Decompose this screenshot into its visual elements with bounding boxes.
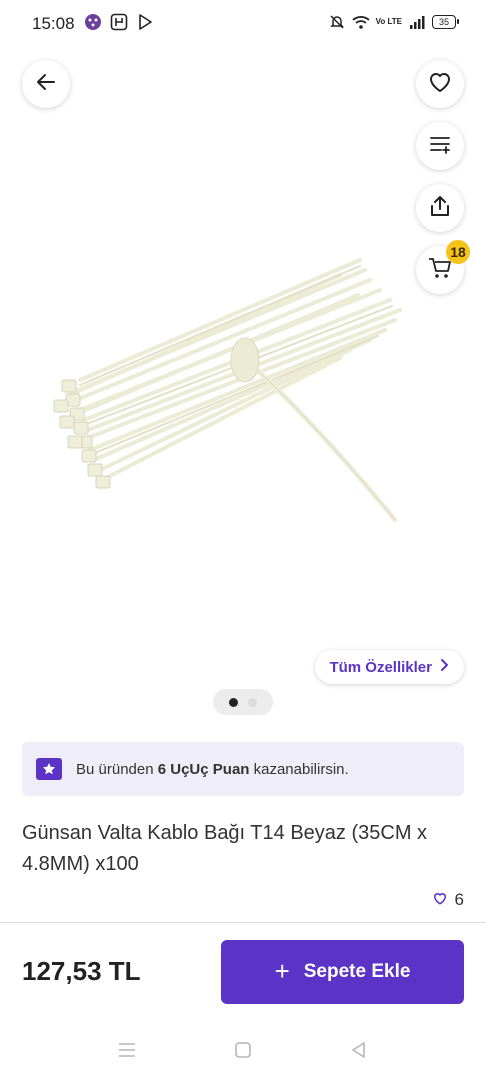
play-store-icon (136, 13, 154, 31)
list-plus-icon (429, 134, 451, 159)
app-notification-icon (110, 13, 128, 31)
game-app-icon (84, 13, 102, 31)
price: 127,53 TL (22, 956, 141, 986)
pager-dot[interactable] (248, 697, 257, 707)
add-to-cart-label: Sepete Ekle (303, 961, 411, 982)
likes-count[interactable]: 6 (433, 890, 464, 910)
mute-bell-icon (328, 13, 346, 31)
home-icon[interactable] (229, 1038, 257, 1062)
system-nav-bar (0, 1030, 486, 1070)
compare-button[interactable] (416, 122, 464, 170)
arrow-left-icon (35, 71, 57, 98)
all-specs-button[interactable]: Tüm Özellikler (315, 650, 464, 684)
star-icon (36, 758, 62, 780)
battery-icon: 35 (432, 15, 459, 29)
all-specs-label: Tüm Özellikler (329, 658, 432, 676)
plus-icon: + (274, 955, 290, 986)
volte-label: Vo LTE (375, 17, 402, 26)
signal-icon (408, 13, 426, 31)
add-to-cart-button[interactable]: + Sepete Ekle (221, 940, 464, 1004)
chevron-right-icon (440, 658, 450, 676)
divider (0, 922, 486, 923)
heart-small-icon (433, 890, 447, 910)
recent-apps-icon[interactable] (113, 1038, 141, 1062)
nav-back-icon[interactable] (345, 1038, 373, 1062)
points-prefix: Bu üründen (76, 760, 154, 778)
status-system-icons: Vo LTE 35 (328, 13, 459, 31)
favorite-button[interactable] (416, 60, 464, 108)
status-bar: 15:08 Vo LTE 35 (0, 0, 486, 48)
status-time: 15:08 (32, 14, 75, 33)
pager-dot-active[interactable] (229, 697, 238, 707)
wifi-icon (352, 13, 370, 31)
product-image[interactable] (40, 240, 440, 540)
points-highlight: 6 UçUç Puan (157, 760, 250, 778)
status-notification-icons (84, 13, 154, 31)
product-title: Günsan Valta Kablo Bağı T14 Beyaz (35CM … (22, 822, 428, 875)
likes-value: 6 (454, 890, 464, 909)
points-suffix: kazanabilirsin. (253, 760, 349, 778)
cart-count-badge: 18 (446, 240, 470, 264)
heart-icon (428, 71, 452, 98)
share-icon (429, 194, 451, 223)
image-pager[interactable] (213, 689, 273, 715)
share-button[interactable] (416, 184, 464, 232)
back-button[interactable] (22, 60, 70, 108)
points-banner: Bu üründen 6 UçUç Puan kazanabilirsin. (22, 742, 464, 796)
points-text: Bu üründen 6 UçUç Puan kazanabilirsin. (76, 761, 349, 778)
